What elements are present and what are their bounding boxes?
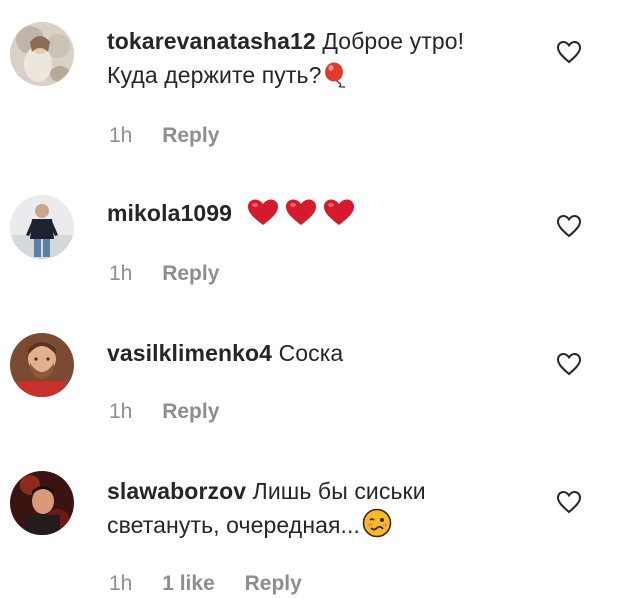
like-heart-icon[interactable] [556,214,582,238]
username-link[interactable]: slawaborzov [107,478,246,504]
like-count-link[interactable]: 1 like [162,572,215,596]
comment-item: slawaborzov Лишь бы сиськи светануть, оч… [0,0,620,595]
avatar[interactable] [10,333,74,397]
comment-time[interactable]: 1h [109,262,132,286]
comment-time[interactable]: 1h [109,572,132,596]
comment-text: mikola1099 [107,196,527,230]
reply-button[interactable]: Reply [162,400,219,424]
username-link[interactable]: vasilklimenko4 [107,340,272,366]
like-heart-icon[interactable] [556,490,582,514]
woozy-face-icon [362,508,392,538]
comment-text: vasilklimenko4 Соска [107,336,527,370]
red-heart-icon [247,198,279,226]
comment-time[interactable]: 1h [109,400,132,424]
comment-meta: 1h Reply [109,400,219,424]
reply-button[interactable]: Reply [245,572,302,596]
comment-meta: 1h Reply [109,262,219,286]
reply-button[interactable]: Reply [162,262,219,286]
comment-message: Соска [278,340,344,366]
comment-text: slawaborzov Лишь бы сиськи светануть, оч… [107,474,527,542]
red-heart-icon [285,198,317,226]
avatar[interactable] [10,471,74,535]
red-heart-icon [323,198,355,226]
like-heart-icon[interactable] [556,352,582,376]
comment-meta: 1h 1 like Reply [109,572,302,596]
comment-message: светануть, очередная... [107,512,361,538]
username-link[interactable]: mikola1099 [107,200,232,226]
comment-message: Лишь бы сиськи [252,478,426,504]
avatar[interactable] [10,195,74,259]
